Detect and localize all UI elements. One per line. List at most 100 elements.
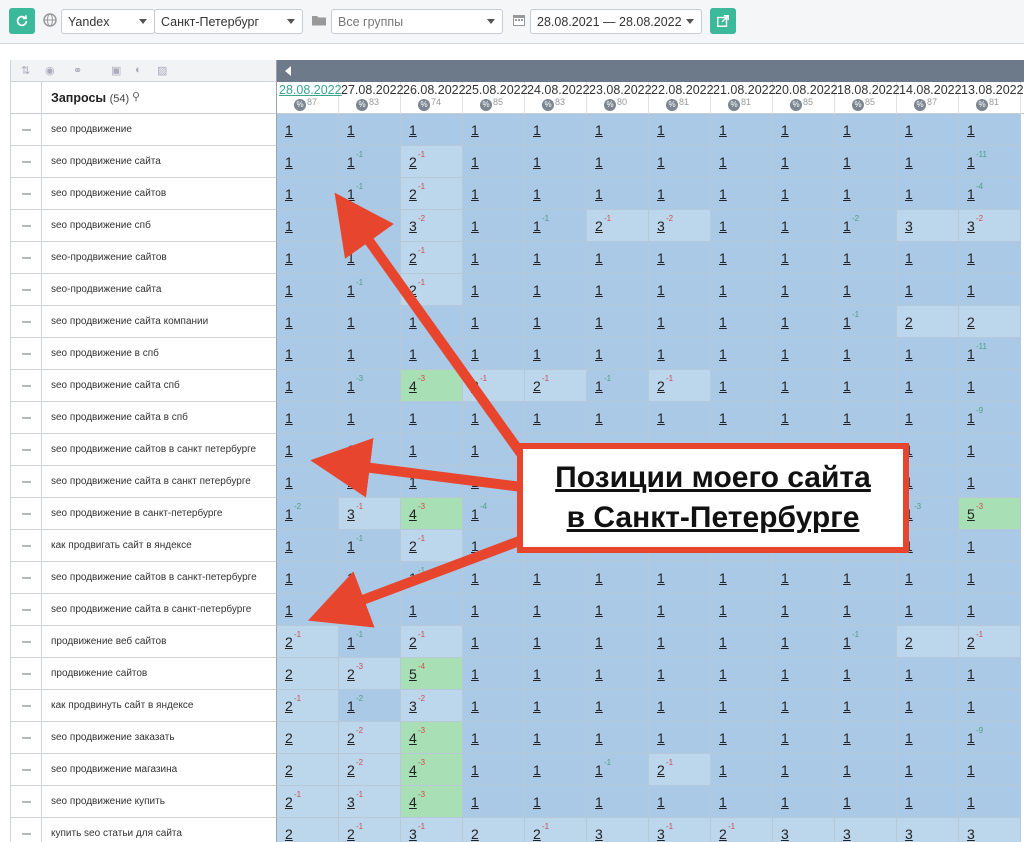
position-cell[interactable]: 1 -11 <box>959 146 1021 178</box>
position-value[interactable]: 1 <box>595 250 603 266</box>
position-cell[interactable]: 1 <box>897 178 959 210</box>
position-value[interactable]: 1 <box>595 122 603 138</box>
position-cell[interactable]: 2 -1 <box>401 178 463 210</box>
date-range-select[interactable]: 28.08.2021 — 28.08.2022 <box>530 9 702 34</box>
position-value[interactable]: 1 <box>471 346 479 362</box>
position-cell[interactable]: 1 <box>711 690 773 722</box>
position-value[interactable]: 2 <box>285 666 293 682</box>
position-cell[interactable]: 1 <box>959 434 1021 466</box>
position-value[interactable]: 1 <box>843 314 851 330</box>
position-value[interactable]: 1 <box>533 186 541 202</box>
position-cell[interactable]: 1 <box>649 562 711 594</box>
position-cell[interactable]: 1 <box>711 754 773 786</box>
position-value[interactable]: 1 <box>409 410 417 426</box>
position-value[interactable]: 1 <box>409 442 417 458</box>
position-value[interactable]: 1 <box>285 346 293 362</box>
row-toggle[interactable] <box>11 466 42 498</box>
row-toggle[interactable] <box>11 754 42 786</box>
position-cell[interactable]: 2 -1 <box>401 146 463 178</box>
export-button[interactable] <box>710 8 736 34</box>
position-cell[interactable]: 1 <box>339 338 401 370</box>
position-value[interactable]: 2 <box>285 634 293 650</box>
position-cell[interactable]: 2 -2 <box>339 722 401 754</box>
position-value[interactable]: 1 <box>595 282 603 298</box>
position-cell[interactable]: 1 <box>835 658 897 690</box>
position-value[interactable]: 3 <box>409 698 417 714</box>
date-column-header[interactable]: 18.08.2022% 85 <box>835 82 900 114</box>
position-value[interactable]: 1 <box>657 186 665 202</box>
position-value[interactable]: 1 <box>657 122 665 138</box>
position-cell[interactable]: 1 <box>897 594 959 626</box>
collapse-bar[interactable] <box>277 60 1024 82</box>
position-cell[interactable]: 1 <box>525 626 587 658</box>
row-toggle[interactable] <box>11 306 42 338</box>
position-value[interactable]: 2 <box>285 698 293 714</box>
position-cell[interactable]: 1 <box>525 274 587 306</box>
date-column-header[interactable]: 23.08.2022% 80 <box>587 82 652 114</box>
position-value[interactable]: 1 <box>471 762 479 778</box>
position-cell[interactable]: 1 <box>835 370 897 402</box>
position-cell[interactable]: 4 -3 <box>401 722 463 754</box>
position-cell[interactable]: 1 <box>649 114 711 146</box>
position-value[interactable]: 1 <box>967 602 975 618</box>
position-value[interactable]: 1 <box>781 250 789 266</box>
position-value[interactable]: 1 <box>967 250 975 266</box>
position-value[interactable]: 1 <box>843 218 851 234</box>
position-cell[interactable]: 3 -2 <box>401 210 463 242</box>
position-cell[interactable]: 1 <box>711 210 773 242</box>
position-value[interactable]: 1 <box>471 314 479 330</box>
position-value[interactable]: 1 <box>347 346 355 362</box>
position-cell[interactable]: 1 <box>959 114 1021 146</box>
position-cell[interactable]: 1 <box>587 690 649 722</box>
date-column-header[interactable]: 28.08.2022% 87 <box>277 82 342 114</box>
position-value[interactable]: 1 <box>285 378 293 394</box>
position-value[interactable]: 1 <box>905 794 913 810</box>
position-cell[interactable]: 3 -1 <box>339 498 401 530</box>
position-cell[interactable]: 1 <box>959 242 1021 274</box>
position-value[interactable]: 2 <box>409 634 417 650</box>
position-value[interactable]: 1 <box>781 282 789 298</box>
position-cell[interactable]: 2 -1 <box>401 242 463 274</box>
position-cell[interactable]: 1 <box>835 594 897 626</box>
position-value[interactable]: 1 <box>471 218 479 234</box>
position-value[interactable]: 1 <box>595 410 603 426</box>
position-cell[interactable]: 1 <box>835 786 897 818</box>
position-cell[interactable]: 1 -1 <box>339 146 401 178</box>
date-column-header[interactable]: 20.08.2022% 85 <box>773 82 838 114</box>
position-cell[interactable]: 1 <box>711 242 773 274</box>
position-cell[interactable]: 1 <box>649 402 711 434</box>
position-cell[interactable]: 1 <box>525 562 587 594</box>
position-cell[interactable]: 1 <box>525 690 587 722</box>
position-value[interactable]: 1 <box>905 346 913 362</box>
position-cell[interactable]: 1 <box>649 146 711 178</box>
position-value[interactable]: 2 <box>409 538 417 554</box>
position-cell[interactable]: 1 <box>525 754 587 786</box>
position-cell[interactable]: 1 <box>711 306 773 338</box>
position-cell[interactable]: 1 <box>773 626 835 658</box>
position-value[interactable]: 1 <box>843 122 851 138</box>
row-toggle[interactable] <box>11 690 42 722</box>
position-value[interactable]: 1 <box>533 634 541 650</box>
position-cell[interactable]: 1 -11 <box>959 338 1021 370</box>
position-value[interactable]: 1 <box>533 250 541 266</box>
position-cell[interactable]: 2 -1 <box>525 370 587 402</box>
date-column-header[interactable]: 13.08.2022% 81 <box>959 82 1024 114</box>
position-value[interactable]: 1 <box>843 698 851 714</box>
position-value[interactable]: 1 <box>781 314 789 330</box>
position-value[interactable]: 1 <box>719 762 727 778</box>
position-cell[interactable]: 1 -2 <box>339 690 401 722</box>
position-value[interactable]: 1 <box>843 634 851 650</box>
position-cell[interactable]: 1 -2 <box>835 210 897 242</box>
position-value[interactable]: 2 <box>533 826 541 842</box>
position-value[interactable]: 1 <box>657 282 665 298</box>
position-cell[interactable]: 1 <box>897 114 959 146</box>
position-cell[interactable]: 1 <box>959 786 1021 818</box>
position-cell[interactable]: 1 <box>711 658 773 690</box>
position-cell[interactable]: 1 <box>773 754 835 786</box>
position-cell[interactable]: 1 <box>711 370 773 402</box>
position-value[interactable]: 1 <box>533 794 541 810</box>
position-value[interactable]: 1 <box>471 186 479 202</box>
position-value[interactable]: 1 <box>719 570 727 586</box>
position-value[interactable]: 1 <box>471 410 479 426</box>
position-value[interactable]: 1 <box>285 154 293 170</box>
